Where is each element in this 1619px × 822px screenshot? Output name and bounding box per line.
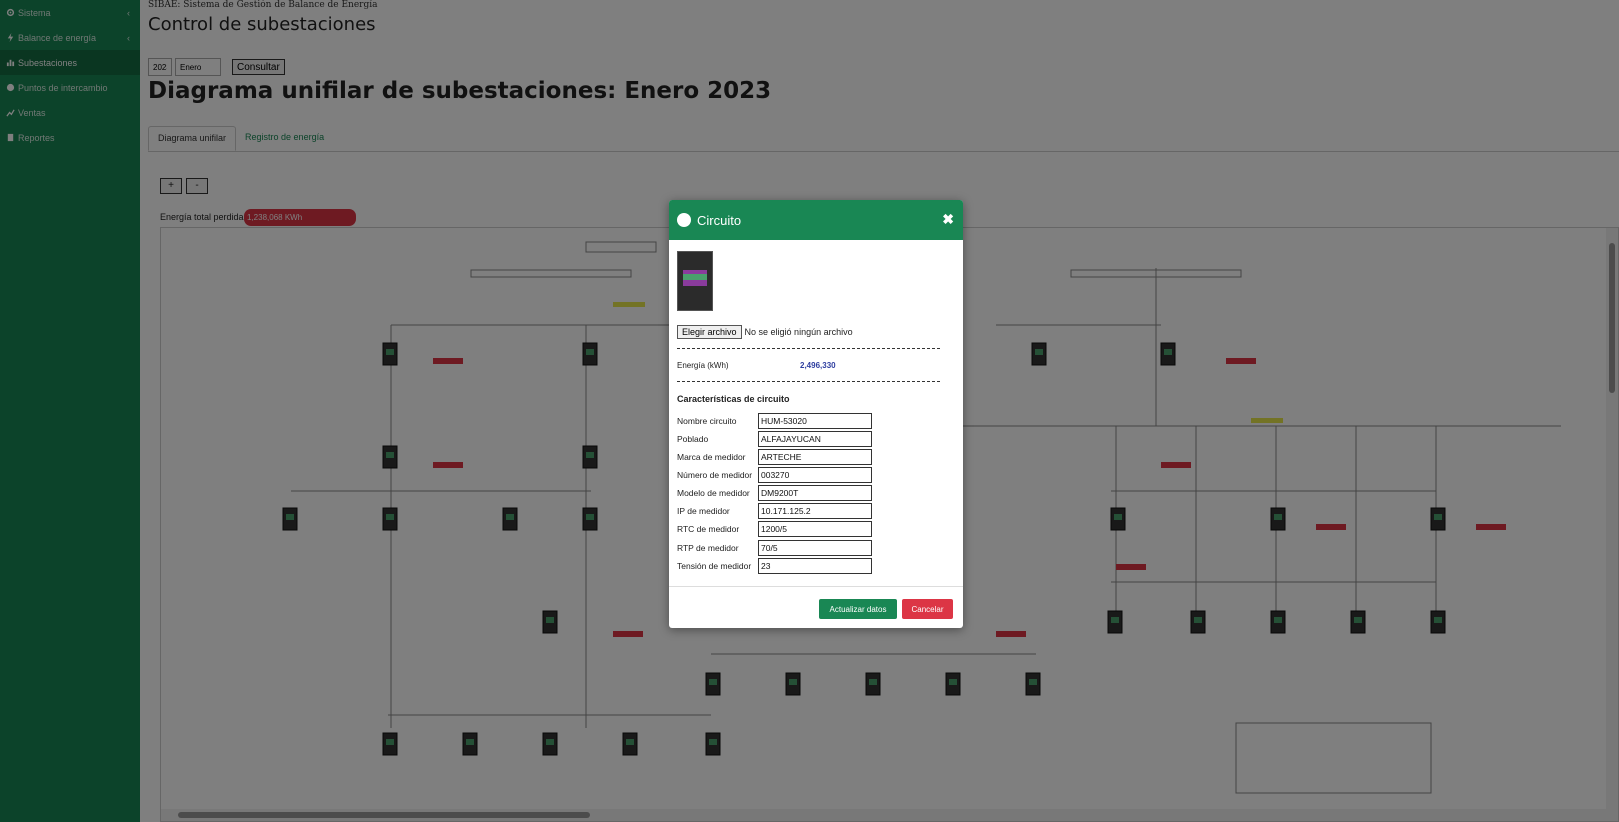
field-rtp-medidor: RTP de medidor bbox=[677, 540, 872, 556]
circle-icon bbox=[677, 213, 691, 227]
poblado-input[interactable] bbox=[758, 431, 872, 447]
field-modelo-medidor: Modelo de medidor bbox=[677, 485, 872, 501]
rtc-medidor-input[interactable] bbox=[758, 521, 872, 537]
modal-header: Circuito ✖ bbox=[669, 200, 963, 240]
field-poblado: Poblado bbox=[677, 431, 872, 447]
field-label: RTC de medidor bbox=[677, 524, 740, 534]
modelo-medidor-input[interactable] bbox=[758, 485, 872, 501]
field-ip-medidor: IP de medidor bbox=[677, 503, 872, 519]
field-label: Modelo de medidor bbox=[677, 488, 750, 498]
energy-label: Energía (kWh) bbox=[677, 361, 729, 370]
rtp-medidor-input[interactable] bbox=[758, 540, 872, 556]
section-title: Características de circuito bbox=[677, 394, 790, 404]
field-rtc-medidor: RTC de medidor bbox=[677, 521, 872, 537]
energy-row: Energía (kWh) 2,496,330 bbox=[677, 361, 940, 370]
field-label: Número de medidor bbox=[677, 470, 753, 480]
field-label: Poblado bbox=[677, 434, 709, 444]
meter-photo bbox=[677, 251, 713, 311]
tension-medidor-input[interactable] bbox=[758, 558, 872, 574]
circuit-modal: Circuito ✖ Elegir archivo No se eligió n… bbox=[669, 200, 963, 628]
marca-medidor-input[interactable] bbox=[758, 449, 872, 465]
modal-title: Circuito bbox=[697, 212, 742, 228]
divider bbox=[677, 381, 940, 382]
update-button[interactable]: Actualizar datos bbox=[819, 599, 897, 619]
nombre-circuito-input[interactable] bbox=[758, 413, 872, 429]
close-icon[interactable]: ✖ bbox=[942, 211, 954, 228]
field-label: IP de medidor bbox=[677, 506, 730, 516]
choose-file-button[interactable]: Elegir archivo bbox=[677, 325, 742, 339]
field-label: Nombre circuito bbox=[677, 416, 737, 426]
field-label: RTP de medidor bbox=[677, 543, 739, 553]
cancel-button[interactable]: Cancelar bbox=[902, 599, 953, 619]
field-nombre-circuito: Nombre circuito bbox=[677, 413, 872, 429]
field-tension-medidor: Tensión de medidor bbox=[677, 558, 872, 574]
field-label: Marca de medidor bbox=[677, 452, 746, 462]
numero-medidor-input[interactable] bbox=[758, 467, 872, 483]
file-upload: Elegir archivo No se eligió ningún archi… bbox=[677, 325, 853, 339]
file-status: No se eligió ningún archivo bbox=[744, 327, 853, 337]
field-label: Tensión de medidor bbox=[677, 561, 752, 571]
modal-footer: Actualizar datos Cancelar bbox=[669, 586, 963, 628]
ip-medidor-input[interactable] bbox=[758, 503, 872, 519]
divider bbox=[677, 348, 940, 349]
field-marca-medidor: Marca de medidor bbox=[677, 449, 872, 465]
energy-value: 2,496,330 bbox=[800, 361, 836, 370]
field-numero-medidor: Número de medidor bbox=[677, 467, 872, 483]
